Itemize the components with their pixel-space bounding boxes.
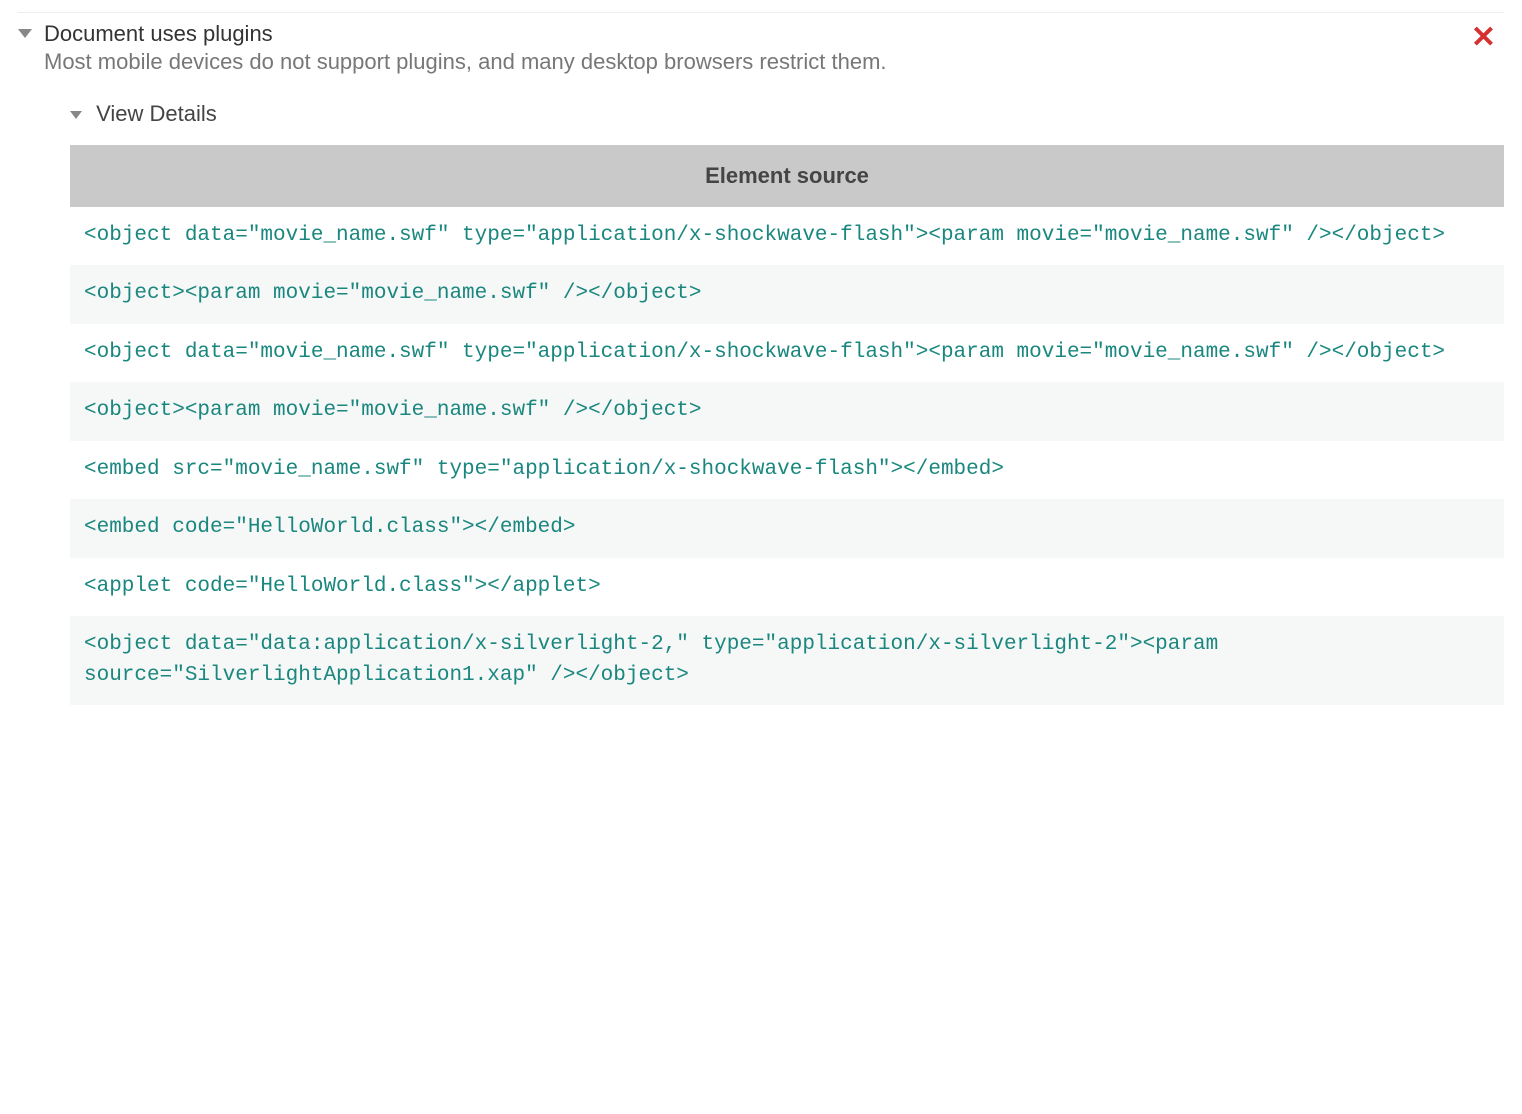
audit-description: Most mobile devices do not support plugi… [44,49,1451,75]
table-row: <object data="movie_name.swf" type="appl… [70,207,1504,265]
audit-item: Document uses plugins Most mobile device… [18,12,1504,705]
table-row: <embed code="HelloWorld.class"></embed> [70,499,1504,557]
chevron-down-icon[interactable] [18,29,32,38]
audit-header: Document uses plugins Most mobile device… [44,21,1451,75]
view-details-toggle[interactable]: View Details [70,101,1504,127]
table-header: Element source [70,145,1504,207]
table-row: <object><param movie="movie_name.swf" />… [70,382,1504,440]
table-row: <object data="movie_name.swf" type="appl… [70,324,1504,382]
table-row: <applet code="HelloWorld.class"></applet… [70,558,1504,616]
fail-status-icon: ✕ [1451,21,1504,53]
audit-title: Document uses plugins [44,21,273,46]
table-row: <object data="data:application/x-silverl… [70,616,1504,705]
view-details-label: View Details [96,101,217,126]
table-row: <embed src="movie_name.swf" type="applic… [70,441,1504,499]
chevron-down-icon[interactable] [70,111,82,119]
details-section: View Details Element source <object data… [44,101,1504,705]
table-row: <object><param movie="movie_name.swf" />… [70,265,1504,323]
element-source-table: Element source <object data="movie_name.… [70,145,1504,705]
